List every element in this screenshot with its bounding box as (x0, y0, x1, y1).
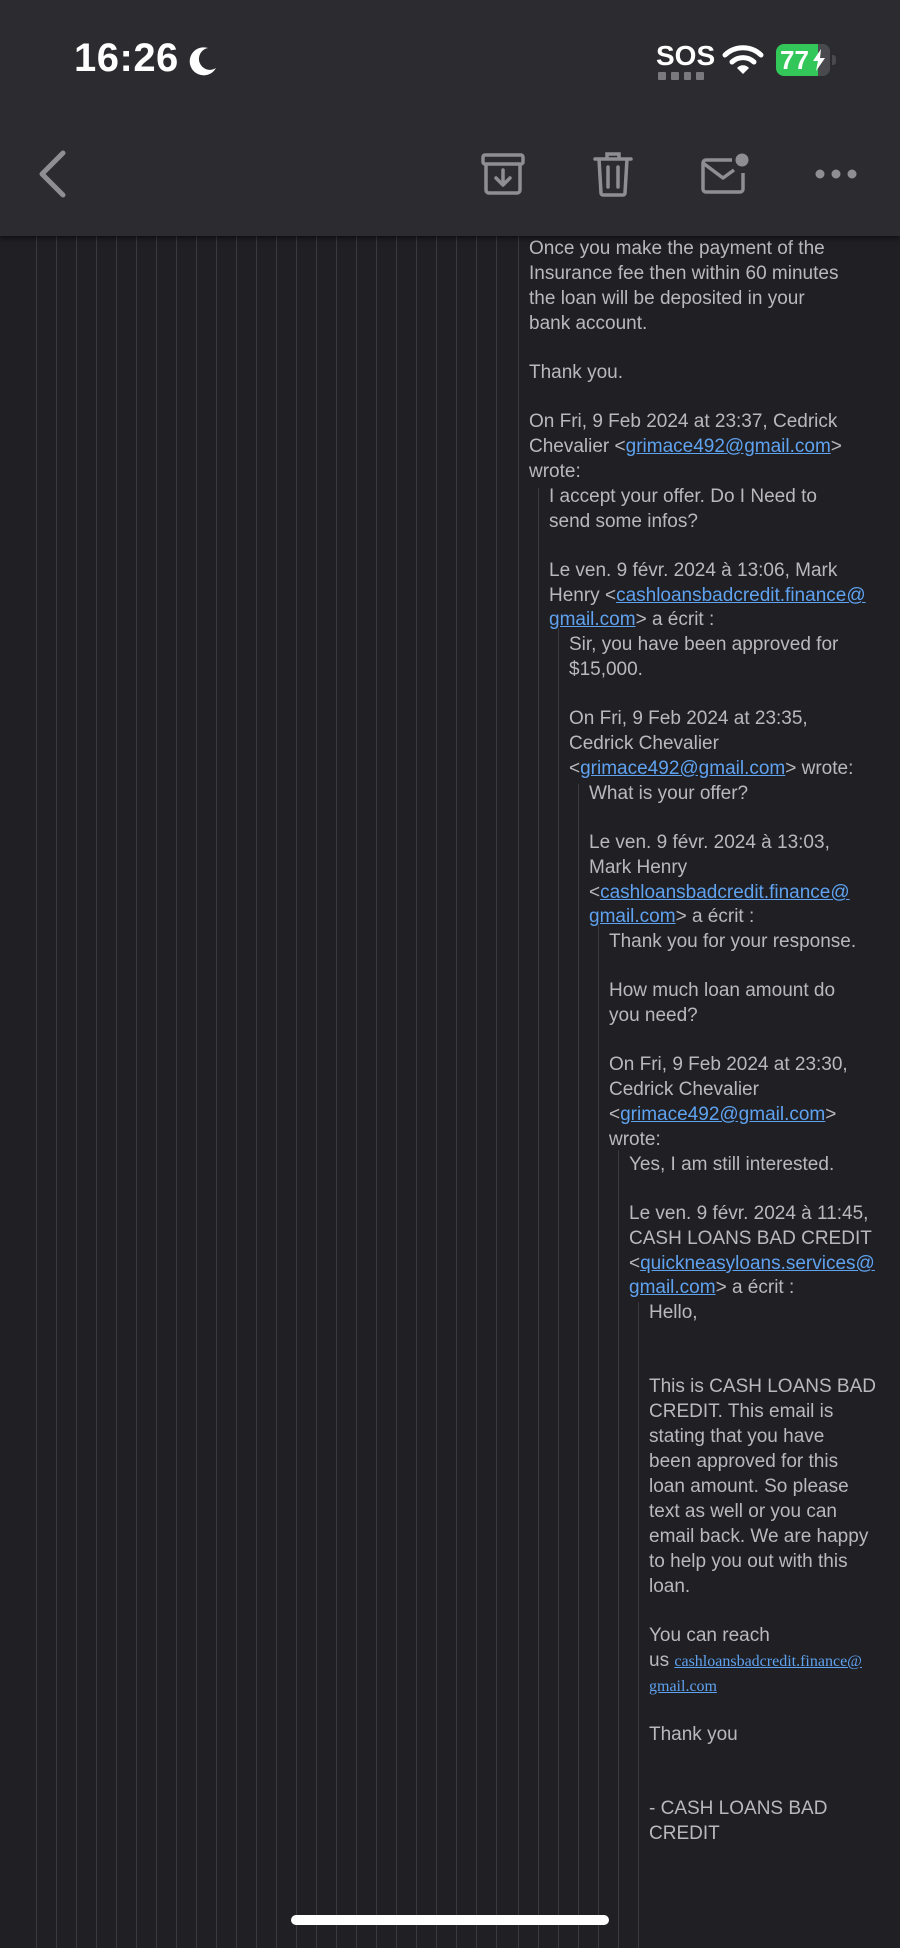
quote-header-text: > a écrit : (675, 906, 755, 927)
quote-header: wrote: (529, 461, 581, 482)
signal-dots (658, 72, 704, 80)
email-link[interactable]: grimace492@gmail.com (580, 758, 785, 779)
quote-header-text: < (569, 758, 581, 779)
quote-header-text: > wrote: (785, 758, 854, 779)
quote-header: Le ven. 9 févr. 2024 à 13:06, Mark (549, 560, 838, 581)
message-text: us cashloansbadcredit.finance@ (649, 1649, 862, 1675)
message-text: Yes, I am still interested. (629, 1154, 835, 1175)
quote-header: Chevalier <grimace492@gmail.com> (529, 435, 842, 460)
email-link[interactable]: cashloansbadcredit.finance@ (600, 882, 850, 903)
email-link[interactable]: grimace492@gmail.com (626, 436, 831, 457)
quote-header: Le ven. 9 févr. 2024 à 13:03, (589, 832, 830, 853)
quote-header: wrote: (609, 1129, 661, 1150)
message-text-inline: us (649, 1650, 675, 1671)
message-text: Insurance fee then within 60 minutes (529, 263, 839, 284)
quote-header-text: < (629, 1253, 641, 1274)
quote-header-text: Chevalier < (529, 436, 626, 457)
quote-header-text: < (589, 882, 601, 903)
quote-header: <grimace492@gmail.com> (609, 1103, 836, 1128)
chevron-left-icon (39, 150, 66, 198)
quote-header: Cedrick Chevalier (569, 733, 719, 754)
email-link[interactable]: gmail.com (549, 609, 636, 630)
email-link[interactable]: grimace492@gmail.com (620, 1104, 825, 1125)
message-text: $15,000. (569, 659, 643, 680)
quote-header: Cedrick Chevalier (609, 1079, 759, 1100)
battery-indicator: 77 (776, 44, 838, 76)
back-button[interactable] (24, 146, 80, 202)
email-link[interactable]: gmail.com (629, 1277, 716, 1298)
quote-header: Henry <cashloansbadcredit.finance@ (549, 584, 866, 609)
mail-unread-icon (701, 153, 749, 194)
message-text: Once you make the payment of the (529, 238, 825, 259)
message-text: Thank you (649, 1724, 738, 1745)
archive-icon (481, 153, 525, 195)
message-text: What is your offer? (589, 783, 749, 804)
quote-header: CASH LOANS BAD CREDIT (629, 1228, 872, 1249)
message-text: Hello, (649, 1302, 698, 1323)
message-text: send some infos? (549, 511, 698, 532)
message-text: loan amount. So please (649, 1476, 849, 1497)
quote-header: On Fri, 9 Feb 2024 at 23:37, Cedrick (529, 411, 838, 432)
quote-header: <quickneasyloans.services@ (629, 1252, 875, 1277)
quote-header: On Fri, 9 Feb 2024 at 23:30, (609, 1054, 848, 1075)
signature: - CASH LOANS BAD (649, 1798, 828, 1819)
message-text: Thank you. (529, 362, 623, 383)
quote-header: <grimace492@gmail.com> wrote: (569, 757, 853, 782)
quote-header: gmail.com> a écrit : (549, 608, 714, 633)
message-text: stating that you have (649, 1426, 825, 1447)
email-link[interactable]: gmail.com (589, 906, 676, 927)
quote-header-text: > (825, 1104, 837, 1125)
message-text: text as well or you can (649, 1501, 837, 1522)
email-link[interactable]: quickneasyloans.services@ (640, 1253, 875, 1274)
message-text: gmail.com (649, 1674, 717, 1700)
message-text: This is CASH LOANS BAD (649, 1376, 876, 1397)
quote-header: Mark Henry (589, 857, 688, 878)
message-text: to help you out with this (649, 1551, 848, 1572)
quote-header-text: > a écrit : (635, 609, 715, 630)
message-text: the loan will be deposited in your (529, 288, 805, 309)
email-link[interactable]: cashloansbadcredit.finance@ (674, 1653, 862, 1670)
message-text: CREDIT. This email is (649, 1401, 834, 1422)
more-button[interactable] (808, 146, 864, 202)
message-text: loan. (649, 1576, 691, 1597)
message-text: Thank you for your response. (609, 931, 857, 952)
quote-header-text: < (609, 1104, 621, 1125)
message-text: you need? (609, 1005, 698, 1026)
status-time: 16:26 (74, 36, 179, 80)
message-text: bank account. (529, 313, 648, 334)
trash-icon (593, 152, 633, 197)
signature: CREDIT (649, 1823, 720, 1844)
more-horizontal-icon (815, 169, 857, 179)
home-indicator[interactable] (291, 1915, 609, 1925)
trash-button[interactable] (585, 146, 641, 202)
charging-bolt-icon (813, 49, 825, 71)
quote-header: Le ven. 9 févr. 2024 à 11:45, (629, 1203, 869, 1224)
message-text: Sir, you have been approved for (569, 634, 839, 655)
quote-header: gmail.com> a écrit : (629, 1276, 794, 1301)
archive-button[interactable] (475, 146, 531, 202)
moon-icon (189, 47, 216, 76)
top-bar: 16:26 SOS 77 (0, 0, 900, 236)
email-link[interactable]: gmail.com (649, 1678, 717, 1695)
quote-header: <cashloansbadcredit.finance@ (589, 881, 850, 906)
quote-header-text: > a écrit : (715, 1277, 795, 1298)
battery-percentage: 77 (780, 45, 809, 75)
quote-header: gmail.com> a écrit : (589, 905, 754, 930)
message-text: How much loan amount do (609, 980, 836, 1001)
quote-header-text: Henry < (549, 585, 617, 606)
quote-header: On Fri, 9 Feb 2024 at 23:35, (569, 708, 808, 729)
email-link[interactable]: cashloansbadcredit.finance@ (616, 585, 866, 606)
message-text: email back. We are happy (649, 1526, 869, 1547)
quote-header-text: > (830, 436, 842, 457)
wifi-icon (722, 45, 764, 74)
sos-indicator: SOS (656, 40, 716, 71)
message-text: been approved for this (649, 1451, 839, 1472)
message-text: I accept your offer. Do I Need to (549, 486, 817, 507)
message-text: You can reach (649, 1625, 770, 1646)
mark-unread-button[interactable] (697, 146, 753, 202)
